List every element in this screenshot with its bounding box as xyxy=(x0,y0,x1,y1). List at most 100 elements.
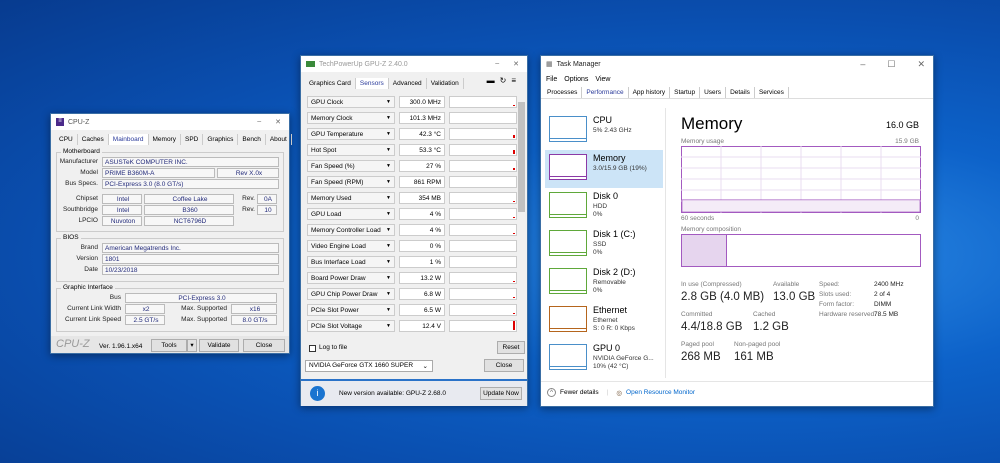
sensor-name-dropdown[interactable]: Bus Interface Load ▼ xyxy=(307,256,395,268)
tab-cpu[interactable]: CPU xyxy=(55,134,78,145)
fewer-details-button[interactable]: Fewer details xyxy=(560,389,599,396)
dropdown-arrow-icon[interactable]: ▼ xyxy=(386,145,391,156)
speed-value: 2400 MHz xyxy=(874,281,904,288)
perf-item-disk-2-d[interactable]: Disk 2 (D:) Removable 0% xyxy=(545,264,663,302)
sensor-name-dropdown[interactable]: GPU Clock ▼ xyxy=(307,96,395,108)
sensor-row: Fan Speed (%) ▼ 27 % xyxy=(307,160,517,174)
refresh-icon[interactable]: ↻ xyxy=(500,76,512,85)
tab-users[interactable]: Users xyxy=(700,87,727,98)
tab-graphics-card[interactable]: Graphics Card xyxy=(305,78,356,89)
dropdown-arrow-icon[interactable]: ▼ xyxy=(386,177,391,188)
menu-options[interactable]: Options xyxy=(564,76,588,83)
sensor-name-dropdown[interactable]: Video Engine Load ▼ xyxy=(307,240,395,252)
sensor-name-dropdown[interactable]: Fan Speed (RPM) ▼ xyxy=(307,176,395,188)
perf-item-disk-1-c[interactable]: Disk 1 (C:) SSD 0% xyxy=(545,226,663,264)
scrollbar[interactable] xyxy=(517,94,526,374)
sensor-row: GPU Temperature ▼ 42.3 °C xyxy=(307,128,517,142)
validate-button[interactable]: Validate xyxy=(199,339,239,352)
lpcio-vendor: Nuvoton xyxy=(102,216,142,226)
dropdown-arrow-icon[interactable]: ▼ xyxy=(386,321,391,332)
sensor-name-dropdown[interactable]: Memory Used ▼ xyxy=(307,192,395,204)
close-button[interactable]: ✕ xyxy=(917,59,925,70)
perf-item-gpu-0[interactable]: GPU 0 NVIDIA GeForce G... 10% (42 °C) xyxy=(545,340,663,378)
dropdown-arrow-icon[interactable]: ▼ xyxy=(386,129,391,140)
tab-performance[interactable]: Performance xyxy=(582,87,629,98)
perf-item-cpu[interactable]: CPU 5% 2.43 GHz xyxy=(545,112,663,150)
tools-button[interactable]: Tools xyxy=(151,339,187,352)
sensor-name: Fan Speed (RPM) xyxy=(311,179,364,186)
minimize-button[interactable]: – xyxy=(257,118,261,126)
tab-bench[interactable]: Bench xyxy=(238,134,266,145)
sensor-name-dropdown[interactable]: Fan Speed (%) ▼ xyxy=(307,160,395,172)
dropdown-arrow-icon[interactable]: ▼ xyxy=(386,225,391,236)
sensor-name-dropdown[interactable]: PCIe Slot Power ▼ xyxy=(307,304,395,316)
dropdown-arrow-icon[interactable]: ▼ xyxy=(386,273,391,284)
menu-icon[interactable]: ≡ xyxy=(511,76,521,85)
sensor-name-dropdown[interactable]: Memory Controller Load ▼ xyxy=(307,224,395,236)
dropdown-arrow-icon[interactable]: ▼ xyxy=(386,289,391,300)
perf-item-ethernet[interactable]: Ethernet Ethernet S: 0 R: 0 Kbps xyxy=(545,302,663,340)
close-button[interactable]: Close xyxy=(484,359,524,372)
close-button[interactable]: ✕ xyxy=(275,118,281,126)
tab-processes[interactable]: Processes xyxy=(543,87,583,98)
tab-caches[interactable]: Caches xyxy=(78,134,109,145)
dropdown-arrow-icon[interactable]: ▼ xyxy=(386,97,391,108)
sensor-name-dropdown[interactable]: GPU Load ▼ xyxy=(307,208,395,220)
reset-button[interactable]: Reset xyxy=(497,341,525,354)
sensor-value: 6.5 W xyxy=(399,304,445,316)
tab-mainboard[interactable]: Mainboard xyxy=(108,134,149,145)
sensor-value: 4 % xyxy=(399,208,445,220)
perf-thumbnail-graph xyxy=(549,116,587,142)
update-bar: i New version available: GPU-Z 2.68.0 Up… xyxy=(301,379,527,406)
tab-sensors[interactable]: Sensors xyxy=(355,78,389,89)
sensor-name-dropdown[interactable]: Board Power Draw ▼ xyxy=(307,272,395,284)
sensor-name-dropdown[interactable]: GPU Temperature ▼ xyxy=(307,128,395,140)
close-button[interactable]: Close xyxy=(243,339,285,352)
update-now-button[interactable]: Update Now xyxy=(480,387,522,400)
menu-view[interactable]: View xyxy=(595,76,610,83)
tab-app-history[interactable]: App history xyxy=(629,87,671,98)
dropdown-arrow-icon[interactable]: ▼ xyxy=(386,257,391,268)
menu-file[interactable]: File xyxy=(546,76,557,83)
close-button[interactable]: ✕ xyxy=(513,60,519,68)
dropdown-arrow-icon[interactable]: ▼ xyxy=(386,193,391,204)
minimize-button[interactable]: – xyxy=(860,59,865,70)
taskmgr-icon: ▦ xyxy=(546,61,553,68)
perf-item-disk-0[interactable]: Disk 0 HDD 0% xyxy=(545,188,663,226)
camera-icon[interactable]: ▬ xyxy=(487,76,500,85)
dropdown-arrow-icon[interactable]: ▼ xyxy=(386,305,391,316)
sensor-name-dropdown[interactable]: Hot Spot ▼ xyxy=(307,144,395,156)
tab-memory[interactable]: Memory xyxy=(149,134,181,145)
perf-item-detail: HDD 0% xyxy=(593,203,608,218)
tab-validation[interactable]: Validation xyxy=(427,78,464,89)
dropdown-arrow-icon[interactable]: ▼ xyxy=(386,161,391,172)
label: Max. Supported xyxy=(181,316,227,323)
chevron-up-icon[interactable]: ^ xyxy=(547,388,556,397)
tab-spd[interactable]: SPD xyxy=(181,134,204,145)
tools-dropdown-icon[interactable]: ▾ xyxy=(187,339,197,352)
dropdown-arrow-icon[interactable]: ▼ xyxy=(386,241,391,252)
log-to-file-checkbox[interactable] xyxy=(309,345,316,352)
dropdown-arrow-icon[interactable]: ▼ xyxy=(386,209,391,220)
sensor-row: Memory Controller Load ▼ 4 % xyxy=(307,224,517,238)
sensor-row: PCIe Slot Power ▼ 6.5 W xyxy=(307,304,517,318)
sensor-graph-bar xyxy=(513,233,515,234)
sensor-name-dropdown[interactable]: Memory Clock ▼ xyxy=(307,112,395,124)
sensor-name-dropdown[interactable]: GPU Chip Power Draw ▼ xyxy=(307,288,395,300)
device-select[interactable]: NVIDIA GeForce GTX 1660 SUPER ⌄ xyxy=(305,360,433,372)
open-resource-monitor-link[interactable]: Open Resource Monitor xyxy=(626,389,695,396)
tab-services[interactable]: Services xyxy=(755,87,789,98)
sensor-row: PCIe Slot Voltage ▼ 12.4 V xyxy=(307,320,517,334)
perf-item-memory[interactable]: Memory 3.0/15.9 GB (19%) xyxy=(545,150,663,188)
sensor-name-dropdown[interactable]: PCIe Slot Voltage ▼ xyxy=(307,320,395,332)
tab-startup[interactable]: Startup xyxy=(670,87,701,98)
minimize-button[interactable]: – xyxy=(495,60,499,68)
tab-graphics[interactable]: Graphics xyxy=(203,134,239,145)
tab-details[interactable]: Details xyxy=(726,87,755,98)
sensor-graph xyxy=(449,320,517,332)
tab-advanced[interactable]: Advanced xyxy=(389,78,427,89)
maximize-button[interactable]: ☐ xyxy=(887,59,895,70)
tab-about[interactable]: About xyxy=(266,134,292,145)
label: Max. Supported xyxy=(181,305,227,312)
dropdown-arrow-icon[interactable]: ▼ xyxy=(386,113,391,124)
